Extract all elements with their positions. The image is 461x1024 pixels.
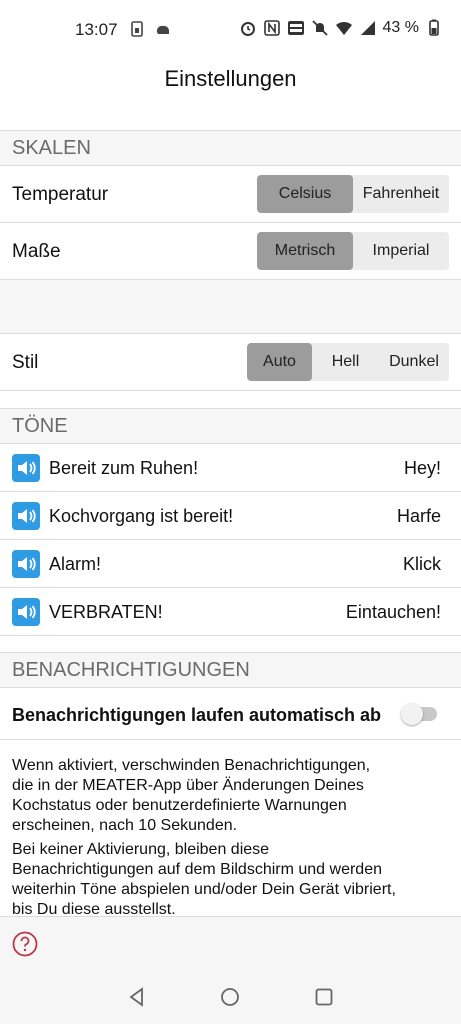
nfc-icon (263, 20, 280, 36)
status-time: 13:07 (75, 20, 118, 39)
section-spacer (0, 280, 461, 334)
alarm-icon (240, 22, 255, 36)
tone-name: Alarm! (49, 554, 102, 574)
measures-row: Maße Metrisch Imperial (0, 223, 461, 280)
wifi-icon (335, 21, 352, 35)
imperial-option[interactable]: Imperial (353, 232, 449, 270)
tone-row[interactable]: VERBRATEN! Eintauchen! (0, 588, 461, 636)
speaker-icon (12, 598, 40, 626)
light-option[interactable]: Hell (312, 343, 379, 381)
auto-dismiss-toggle[interactable] (401, 703, 437, 725)
sim-icon (131, 21, 143, 37)
tone-row[interactable]: Kochvorgang ist bereit! Harfe (0, 492, 461, 540)
measures-label: Maße (12, 241, 61, 262)
auto-dismiss-label: Benachrichtigungen laufen automatisch ab (12, 705, 382, 725)
style-label: Stil (12, 352, 39, 373)
section-header-notifications: BENACHRICHTIGUNGEN (0, 652, 461, 688)
section-header-tones: TÖNE (0, 408, 461, 444)
fahrenheit-option[interactable]: Fahrenheit (353, 175, 449, 213)
home-icon[interactable] (219, 986, 241, 1008)
back-icon[interactable] (126, 986, 148, 1008)
battery-icon (429, 19, 439, 36)
metric-option[interactable]: Metrisch (257, 232, 353, 270)
tone-value: Klick (402, 554, 441, 574)
status-bar: 13:07 43 % (0, 0, 461, 58)
speaker-icon (12, 454, 40, 482)
recents-icon[interactable] (313, 986, 335, 1008)
toggle-knob (401, 703, 423, 725)
notification-description-2: Bei keiner Aktivierung, bleiben diese Be… (12, 841, 396, 918)
mute-icon (311, 20, 328, 36)
auto-dismiss-row: Benachrichtigungen laufen automatisch ab (0, 688, 461, 740)
temperature-row: Temperatur Celsius Fahrenheit (0, 166, 461, 223)
battery-percent: 43 % (382, 19, 419, 36)
temperature-segmented-control: Celsius Fahrenheit (257, 175, 449, 213)
notification-description-1: Wenn aktiviert, verschwinden Benachricht… (12, 757, 371, 834)
bottom-area (0, 916, 461, 1024)
volte-icon (287, 21, 304, 35)
section-header-scales: SKALEN (0, 130, 461, 166)
dark-option[interactable]: Dunkel (379, 343, 449, 381)
celsius-option[interactable]: Celsius (257, 175, 353, 213)
tone-value: Harfe (396, 506, 441, 526)
speaker-icon (12, 550, 40, 578)
temperature-label: Temperatur (12, 184, 109, 205)
tone-name: Bereit zum Ruhen! (49, 458, 199, 478)
tone-name: VERBRATEN! (49, 602, 163, 622)
cloud-icon (156, 25, 169, 34)
tone-row[interactable]: Alarm! Klick (0, 540, 461, 588)
style-row: Stil Auto Hell Dunkel (0, 334, 461, 391)
measures-segmented-control: Metrisch Imperial (257, 232, 449, 270)
speaker-icon (12, 502, 40, 530)
page-title: Einstellungen (164, 66, 297, 91)
tone-value: Eintauchen! (345, 602, 441, 622)
help-icon[interactable] (12, 931, 38, 957)
tone-name: Kochvorgang ist bereit! (49, 506, 234, 526)
tone-row[interactable]: Bereit zum Ruhen! Hey! (0, 444, 461, 492)
auto-option[interactable]: Auto (247, 343, 312, 381)
system-nav-bar (0, 968, 461, 1024)
style-segmented-control: Auto Hell Dunkel (247, 343, 449, 381)
signal-icon (360, 21, 375, 35)
title-bar: Einstellungen (0, 58, 461, 130)
tone-value: Hey! (403, 458, 441, 478)
